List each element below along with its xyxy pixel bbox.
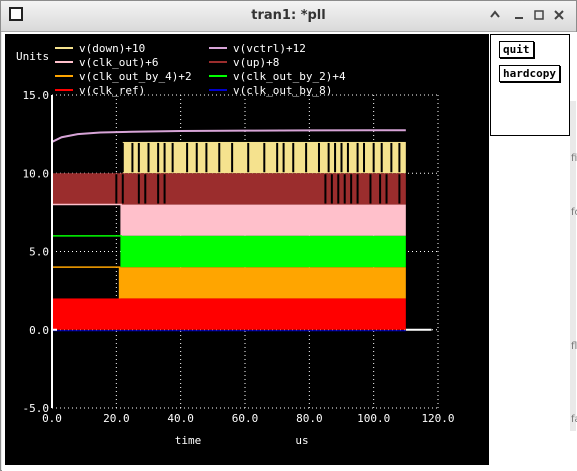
series-line [51, 129, 406, 143]
x-tick-label: 60.0 [232, 412, 259, 425]
series-band [119, 267, 406, 299]
series-early-trace [51, 203, 122, 236]
legend-label: v(down)+10 [79, 42, 145, 55]
legend-label: v(clk_ref) [79, 84, 145, 97]
x-tick-label: 40.0 [167, 412, 194, 425]
series-early-trace [51, 235, 122, 268]
x-tick-label: 120.0 [421, 412, 454, 425]
title-bar[interactable]: tran1: *pll [1, 1, 576, 32]
series-early-trace [51, 266, 121, 299]
x-tick-label: 100.0 [357, 412, 390, 425]
y-tick-label: 5.0 [29, 246, 49, 259]
edge-label: fi [571, 153, 577, 164]
x-axis-label: time [175, 434, 202, 447]
x-tick-label: 80.0 [296, 412, 323, 425]
y-tick-label: 0.0 [29, 324, 49, 337]
legend-label: v(clk_out_by_2)+4 [233, 70, 346, 83]
keep-above-icon[interactable] [488, 8, 502, 22]
background-window-edge [570, 101, 576, 431]
legend-label: v(clk_out_by_4)+2 [79, 70, 192, 83]
quit-button[interactable]: quit [499, 41, 534, 58]
edge-label: fl [571, 341, 577, 352]
hardcopy-button[interactable]: hardcopy [499, 65, 560, 82]
legend-label: v(clk_out_by_8) [233, 84, 332, 97]
window-content: 0.0 20.0 40.0 60.0 80.0 100.0 120.0 -5.0 0.0 5.0 1… [2, 32, 577, 471]
minimize-icon[interactable] [512, 8, 526, 22]
edge-label: fo [571, 207, 577, 218]
y-tick-label: 10.0 [23, 167, 50, 180]
legend-label: v(clk_out)+6 [79, 56, 158, 69]
series-band [121, 235, 406, 268]
edge-label: fa [571, 414, 577, 425]
x-axis-unit: us [295, 434, 308, 447]
y-tick-label: -5.0 [23, 402, 50, 415]
close-icon[interactable] [552, 8, 566, 22]
x-tick-label: 20.0 [103, 412, 130, 425]
legend-label: v(up)+8 [233, 56, 279, 69]
y-axis-label: Units [16, 50, 49, 63]
maximize-icon[interactable] [532, 8, 546, 22]
plot-window: tran1: *pll 0.0 20.0 40.0 60.0 80.0 100.0 120.… [0, 0, 577, 471]
plot-area[interactable]: 0.0 20.0 40.0 60.0 80.0 100.0 120.0 -5.0 0.0 5.0 1… [5, 34, 489, 465]
waveform-chart: 0.0 20.0 40.0 60.0 80.0 100.0 120.0-5.00.05.01… [16, 42, 455, 447]
legend-label: v(vctrl)+12 [233, 42, 306, 55]
y-tick-label: 15.0 [23, 89, 50, 102]
series-band [121, 204, 406, 236]
button-panel: quit hardcopy [490, 34, 570, 136]
series-band [52, 173, 406, 205]
series-band [52, 298, 406, 330]
